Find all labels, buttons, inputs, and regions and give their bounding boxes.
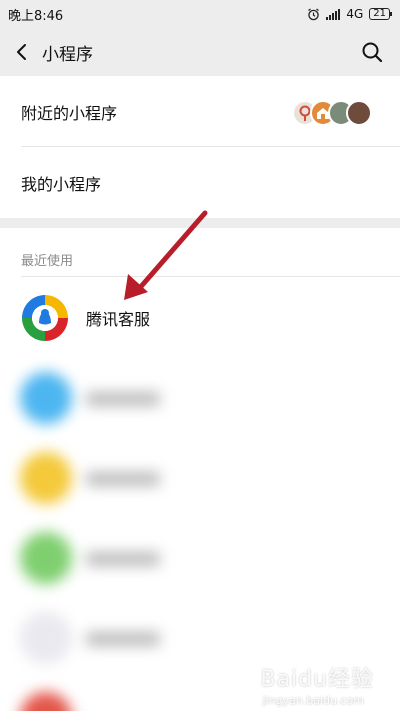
blurred-app-name: [86, 392, 160, 406]
recent-section-label: 最近使用: [21, 254, 74, 269]
signal-icon: [326, 8, 341, 20]
alarm-icon: [308, 8, 320, 20]
blurred-app-name: [86, 632, 160, 646]
nearby-avatar-person: [346, 100, 372, 126]
blurred-app-name: [86, 552, 160, 566]
menu-card: 附近的小程序 我的小程序: [0, 76, 400, 218]
nearby-mini-programs-label: 附近的小程序: [21, 104, 118, 123]
divider: [21, 276, 400, 277]
status-bar: 晚上8:46 4G 21: [0, 0, 400, 28]
search-button[interactable]: [358, 38, 386, 66]
search-icon: [362, 42, 383, 63]
battery-level: 21: [373, 8, 386, 19]
blurred-app-logo: [20, 372, 72, 424]
tencent-service-logo-icon: [18, 291, 72, 345]
app-name: 腾讯客服: [86, 310, 151, 329]
baidu-watermark-url: jingyan.baidu.com: [262, 694, 364, 707]
page-title: 小程序: [42, 44, 93, 65]
nearby-avatars: [292, 100, 376, 126]
nav-bar: 小程序: [0, 28, 400, 76]
blurred-app-logo: [20, 452, 72, 504]
blurred-app-name: [86, 472, 160, 486]
blurred-app-logo: [20, 612, 72, 664]
baidu-watermark: Baidu经验: [260, 667, 374, 692]
status-icons: 4G 21: [307, 7, 392, 21]
chevron-left-icon: [17, 44, 26, 60]
blurred-app-logo: [20, 532, 72, 584]
list-item[interactable]: 腾讯客服: [0, 278, 400, 358]
nearby-mini-programs-item[interactable]: 附近的小程序: [0, 76, 400, 148]
blurred-recent-list: [0, 356, 400, 711]
status-time: 晚上8:46: [8, 8, 64, 24]
blurred-app-logo: [20, 692, 72, 711]
my-mini-programs-item[interactable]: 我的小程序: [0, 147, 400, 219]
back-button[interactable]: [2, 28, 42, 76]
battery-icon: 21: [369, 8, 392, 20]
network-type: 4G: [346, 7, 364, 21]
my-mini-programs-label: 我的小程序: [21, 175, 102, 194]
